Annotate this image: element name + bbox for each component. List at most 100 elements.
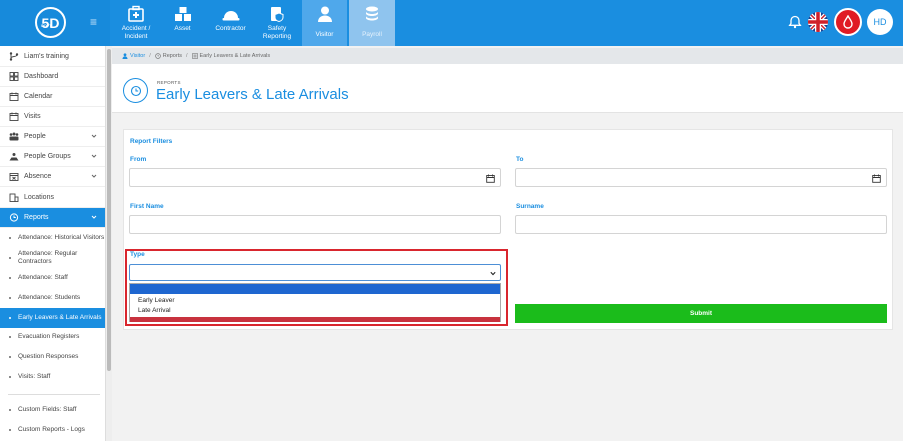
list-icon <box>191 53 198 59</box>
people-icon <box>9 132 19 141</box>
sidebar-item-label: Liam's training <box>24 52 69 60</box>
user-avatar[interactable]: HD <box>867 9 893 35</box>
sidebar-item-dashboard[interactable]: Dashboard <box>0 67 105 87</box>
type-option-early-leaver[interactable]: Early Leaver <box>130 296 500 306</box>
module-safety-reporting[interactable]: Safety Reporting <box>256 0 298 46</box>
grid-icon <box>9 72 19 81</box>
submit-button[interactable]: Submit <box>515 304 887 323</box>
module-payroll[interactable]: Payroll <box>349 0 395 46</box>
sidebar-item-label: People Groups <box>24 153 71 160</box>
sidebar-item-reports[interactable]: Reports <box>0 208 105 228</box>
sidebar-sub-historical-visitors[interactable]: Attendance: Historical Visitors <box>0 229 105 247</box>
first-name-input[interactable] <box>129 215 501 234</box>
page-title: Early Leavers & Late Arrivals <box>156 86 349 103</box>
sidebar-item-label: Calendar <box>24 93 53 100</box>
bullet-icon <box>9 237 11 239</box>
sidebar-sub-label: Attendance: Regular Contractors <box>18 250 78 265</box>
report-filters-heading: Report Filters <box>130 138 173 145</box>
bullet-icon <box>9 376 11 378</box>
chevron-down-icon <box>490 271 496 276</box>
module-visitor[interactable]: Visitor <box>302 0 347 46</box>
bullet-icon <box>9 277 11 279</box>
sidebar-sub-label: Attendance: Staff <box>18 274 68 281</box>
sidebar-item-label: Locations <box>24 194 54 201</box>
calendar-icon[interactable] <box>486 174 495 183</box>
breadcrumb-label: Visitor <box>130 53 146 59</box>
chevron-down-icon <box>91 215 97 219</box>
sidebar: Liam's training Dashboard Calendar Visit… <box>0 46 106 441</box>
sidebar-sub-attendance-staff[interactable]: Attendance: Staff <box>0 270 105 286</box>
bullet-icon <box>9 257 11 259</box>
branch-icon <box>9 51 19 61</box>
sidebar-sub-attendance-students[interactable]: Attendance: Students <box>0 290 105 306</box>
module-contractor[interactable]: Contractor <box>208 0 253 46</box>
sidebar-sub-evacuation-registers[interactable]: Evacuation Registers <box>0 329 105 345</box>
sidebar-item-visits[interactable]: Visits <box>0 107 105 127</box>
clock-icon <box>9 213 19 222</box>
first-name-label: First Name <box>130 203 164 210</box>
sidebar-item-locations[interactable]: Locations <box>0 188 105 208</box>
chevron-down-icon <box>91 154 97 158</box>
bullet-icon <box>9 297 11 299</box>
dropdown-footer-bar <box>130 317 500 322</box>
bell-icon[interactable] <box>788 15 802 29</box>
sidebar-item-label: People <box>24 133 46 140</box>
type-option-blank[interactable] <box>130 284 500 294</box>
surname-label: Surname <box>516 203 544 210</box>
page-header: REPORTS Early Leavers & Late Arrivals <box>112 64 903 113</box>
to-label: To <box>516 156 524 163</box>
uk-flag-icon[interactable] <box>808 12 828 32</box>
sidebar-sub-custom-fields-staff[interactable]: Custom Fields: Staff <box>0 402 105 418</box>
sidebar-sub-label: Question Responses <box>18 353 79 360</box>
sidebar-item-people-groups[interactable]: People Groups <box>0 147 105 167</box>
first-aid-icon <box>128 5 144 22</box>
sidebar-item-people[interactable]: People <box>0 127 105 147</box>
surname-input[interactable] <box>515 215 887 234</box>
app-logo[interactable]: SOFT 5D <box>35 7 66 38</box>
bullet-icon <box>9 409 11 411</box>
sidebar-sub-label: Attendance: Historical Visitors <box>18 234 105 241</box>
type-option-late-arrival[interactable]: Late Arrival <box>130 306 500 316</box>
sidebar-scrollbar-thumb[interactable] <box>107 49 111 371</box>
from-date-input[interactable] <box>129 168 501 187</box>
breadcrumb-current: Early Leavers & Late Arrivals <box>191 53 271 59</box>
drop-icon <box>843 15 853 29</box>
breadcrumb-reports[interactable]: Reports <box>154 53 182 59</box>
calendar-icon[interactable] <box>872 174 881 183</box>
hamburger-menu-icon[interactable]: ≡ <box>90 16 102 28</box>
sidebar-item-label: Visits <box>24 113 41 120</box>
bullet-icon <box>9 429 11 431</box>
sidebar-sub-label: Custom Fields: Staff <box>18 406 77 413</box>
to-date-input[interactable] <box>515 168 887 187</box>
person-icon <box>122 53 128 59</box>
calendar-x-icon <box>9 173 19 181</box>
chevron-down-icon <box>91 174 97 178</box>
sidebar-sub-label: Attendance: Students <box>18 294 81 301</box>
sidebar-item-label: Absence <box>24 173 52 180</box>
sidebar-sub-custom-reports-logs[interactable]: Custom Reports - Logs <box>0 422 105 438</box>
type-select[interactable] <box>129 264 501 281</box>
sidebar-item-calendar[interactable]: Calendar <box>0 87 105 107</box>
sidebar-sub-label: Early Leavers & Late Arrivals <box>18 314 102 321</box>
module-label: Contractor <box>215 25 246 32</box>
sidebar-sub-regular-contractors[interactable]: Attendance: Regular Contractors <box>0 249 105 267</box>
type-dropdown-list: Early Leaver Late Arrival <box>129 283 501 322</box>
chevron-down-icon <box>91 134 97 138</box>
sidebar-sub-visits-staff[interactable]: Visits: Staff <box>0 369 105 385</box>
sidebar-training[interactable]: Liam's training <box>0 46 105 67</box>
page-kicker: REPORTS <box>157 80 181 85</box>
people-groups-icon <box>9 153 19 161</box>
calendar-check-icon <box>9 112 19 121</box>
module-label: Safety Reporting <box>262 25 292 40</box>
sidebar-item-absence[interactable]: Absence <box>0 167 105 187</box>
sidebar-sub-label: Evacuation Registers <box>18 333 80 340</box>
sidebar-sub-question-responses[interactable]: Question Responses <box>0 349 105 365</box>
module-accident-incident[interactable]: Accident / Incident <box>116 0 156 46</box>
breadcrumb-separator: / <box>185 53 188 59</box>
boxes-icon <box>174 7 191 21</box>
emergency-drop-button[interactable] <box>834 8 862 36</box>
breadcrumb-visitor[interactable]: Visitor <box>122 53 145 59</box>
module-asset[interactable]: Asset <box>160 0 205 46</box>
sidebar-sub-early-leavers[interactable]: Early Leavers & Late Arrivals <box>0 308 105 328</box>
breadcrumb-label: Early Leavers & Late Arrivals <box>199 53 271 59</box>
